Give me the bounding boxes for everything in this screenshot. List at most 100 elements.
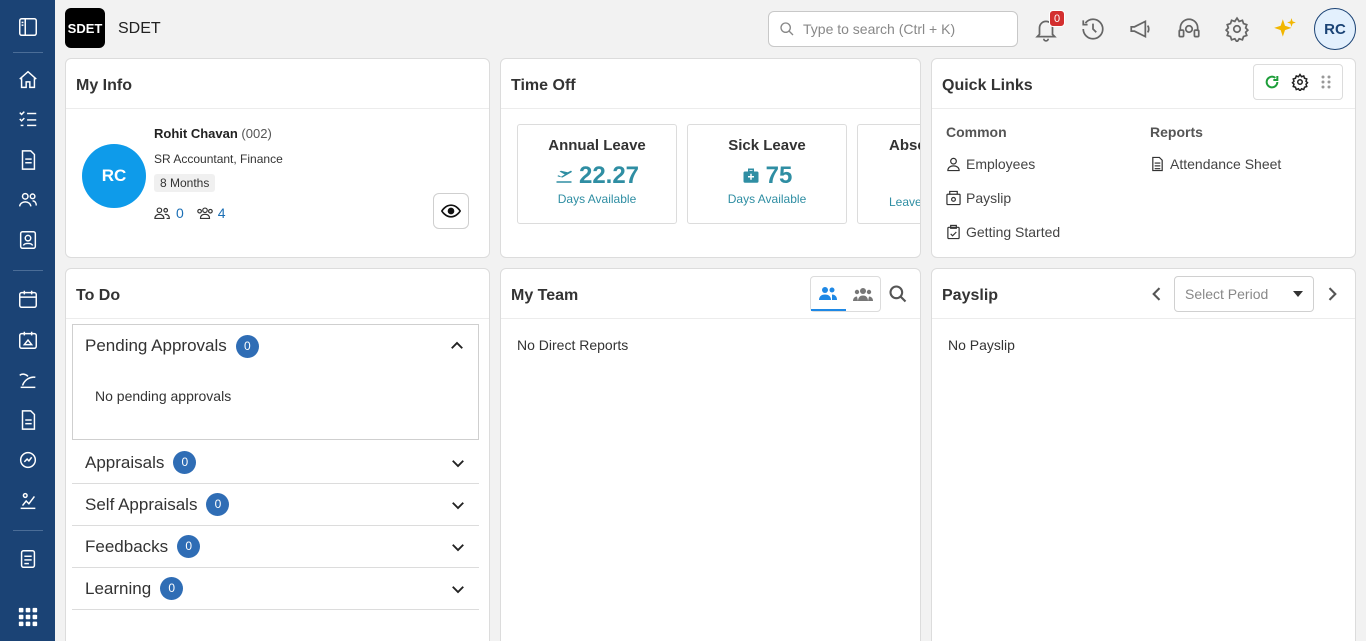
view-profile-button[interactable] xyxy=(433,193,469,229)
card-divider xyxy=(932,108,1355,109)
quick-links-toolbar xyxy=(1253,64,1343,100)
team-members-count[interactable]: 4 xyxy=(218,205,226,221)
apps-grid-icon[interactable] xyxy=(14,603,42,631)
search-icon[interactable] xyxy=(888,284,908,304)
time-off-card: Time Off Annual Leave 22.27 Days Availab… xyxy=(500,58,921,258)
quick-links-title: Quick Links xyxy=(942,77,1033,94)
chevron-down-icon[interactable] xyxy=(449,580,467,598)
calendar-leave-icon[interactable] xyxy=(14,326,42,354)
growth-icon[interactable] xyxy=(14,487,42,515)
leave-value: 22.27 xyxy=(578,162,640,189)
accordion-label: Self Appraisals xyxy=(85,494,198,514)
leave-name: Annual Leave xyxy=(548,137,646,154)
settings-icon[interactable] xyxy=(1291,73,1309,91)
tab-team-members[interactable] xyxy=(846,277,881,311)
chevron-left-icon[interactable] xyxy=(1147,284,1167,304)
count-badge: 0 xyxy=(177,535,201,558)
chevron-down-icon[interactable] xyxy=(449,538,467,556)
plane-icon xyxy=(556,170,572,183)
holiday-icon[interactable] xyxy=(14,366,42,394)
direct-reports-count[interactable]: 0 xyxy=(176,205,184,221)
medical-kit-icon xyxy=(743,168,759,183)
common-heading: Common xyxy=(946,124,1007,140)
pending-approvals-section: Pending Approvals 0 No pending approvals xyxy=(72,324,479,440)
search-box[interactable] xyxy=(768,11,1018,47)
pending-empty-text: No pending approvals xyxy=(95,388,232,404)
link-attendance-sheet[interactable]: Attendance Sheet xyxy=(1150,156,1281,172)
self-appraisals-row[interactable]: Self Appraisals 0 xyxy=(72,484,479,526)
megaphone-icon[interactable] xyxy=(1126,14,1156,44)
link-label: Attendance Sheet xyxy=(1170,156,1282,172)
link-employees[interactable]: Employees xyxy=(946,156,1035,172)
employee-role: SR Accountant, Finance xyxy=(154,152,283,166)
home-icon[interactable] xyxy=(14,66,42,94)
drag-handle-icon[interactable] xyxy=(1320,74,1332,90)
team-icon xyxy=(852,288,873,301)
no-direct-reports-text: No Direct Reports xyxy=(517,337,629,353)
payslip-icon xyxy=(946,190,961,206)
contact-card-icon[interactable] xyxy=(14,226,42,254)
employee-name[interactable]: Rohit Chavan (002) xyxy=(154,126,272,141)
my-info-card: My Info RC Rohit Chavan (002) SR Account… xyxy=(65,58,490,258)
sick-leave-box[interactable]: Sick Leave 75 Days Available xyxy=(687,124,847,224)
quick-links-card: Quick Links Common Reports Employees Pay… xyxy=(931,58,1356,258)
accordion-label: Appraisals xyxy=(85,452,165,472)
team-counts: 0 4 xyxy=(154,205,226,221)
period-select[interactable]: Select Period xyxy=(1174,276,1314,312)
brand-logo[interactable]: SDET xyxy=(65,8,105,48)
chevron-down-icon[interactable] xyxy=(449,454,467,472)
appraisals-row[interactable]: Appraisals 0 xyxy=(72,442,479,484)
leave-sub: Days Available xyxy=(557,192,637,206)
sidebar-divider xyxy=(13,530,43,531)
card-divider xyxy=(66,318,489,319)
accordion-label: Learning xyxy=(85,578,152,598)
chevron-down-icon[interactable] xyxy=(449,496,467,514)
settings-gear-icon[interactable] xyxy=(1222,14,1252,44)
leave-value-row: 22.27 xyxy=(518,162,676,190)
history-icon[interactable] xyxy=(1078,14,1108,44)
caret-down-icon xyxy=(1293,291,1303,297)
chevron-right-icon[interactable] xyxy=(1322,284,1342,304)
feedbacks-row[interactable]: Feedbacks 0 xyxy=(72,526,479,568)
leave-sub: Days Available xyxy=(727,192,807,206)
reports-heading: Reports xyxy=(1150,124,1203,140)
tab-direct-reports[interactable] xyxy=(811,277,846,311)
accordion-label: Feedbacks xyxy=(85,536,169,556)
performance-icon[interactable] xyxy=(14,446,42,474)
report-icon[interactable] xyxy=(14,545,42,573)
absence-leave-box[interactable]: Abse Leave xyxy=(857,124,920,224)
file-icon[interactable] xyxy=(14,406,42,434)
link-payslip[interactable]: Payslip xyxy=(946,190,1011,206)
tenure-badge: 8 Months xyxy=(154,174,216,192)
calendar-edit-icon[interactable] xyxy=(14,285,42,313)
count-badge: 0 xyxy=(160,577,184,600)
support-headset-icon[interactable] xyxy=(1174,14,1204,44)
sheet-icon xyxy=(1152,156,1163,172)
user-avatar[interactable]: RC xyxy=(1314,8,1356,50)
tasks-icon[interactable] xyxy=(14,105,42,133)
pending-approvals-header[interactable]: Pending Approvals 0 xyxy=(73,325,478,367)
people-icon[interactable] xyxy=(14,186,42,214)
chevron-up-icon[interactable] xyxy=(448,337,466,355)
card-divider xyxy=(501,108,920,109)
employee-code: (002) xyxy=(241,126,272,141)
left-sidebar xyxy=(0,0,55,641)
link-label: Employees xyxy=(966,156,1036,172)
leave-name: Sick Leave xyxy=(728,137,806,154)
link-getting-started[interactable]: Getting Started xyxy=(946,224,1060,240)
my-team-title: My Team xyxy=(511,287,579,304)
document-icon[interactable] xyxy=(14,146,42,174)
leave-value xyxy=(889,162,920,191)
ai-sparkle-icon[interactable] xyxy=(1270,14,1300,44)
annual-leave-box[interactable]: Annual Leave 22.27 Days Available xyxy=(517,124,677,224)
card-divider xyxy=(66,108,489,109)
sidebar-toggle-icon[interactable] xyxy=(14,13,42,41)
search-icon xyxy=(780,22,794,36)
refresh-icon[interactable] xyxy=(1264,74,1280,90)
link-label: Getting Started xyxy=(966,224,1061,240)
card-divider xyxy=(932,318,1355,319)
profile-avatar[interactable]: RC xyxy=(82,144,146,208)
accordion-label: Pending Approvals xyxy=(85,336,227,355)
search-input[interactable] xyxy=(803,21,1003,37)
learning-row[interactable]: Learning 0 xyxy=(72,568,479,610)
